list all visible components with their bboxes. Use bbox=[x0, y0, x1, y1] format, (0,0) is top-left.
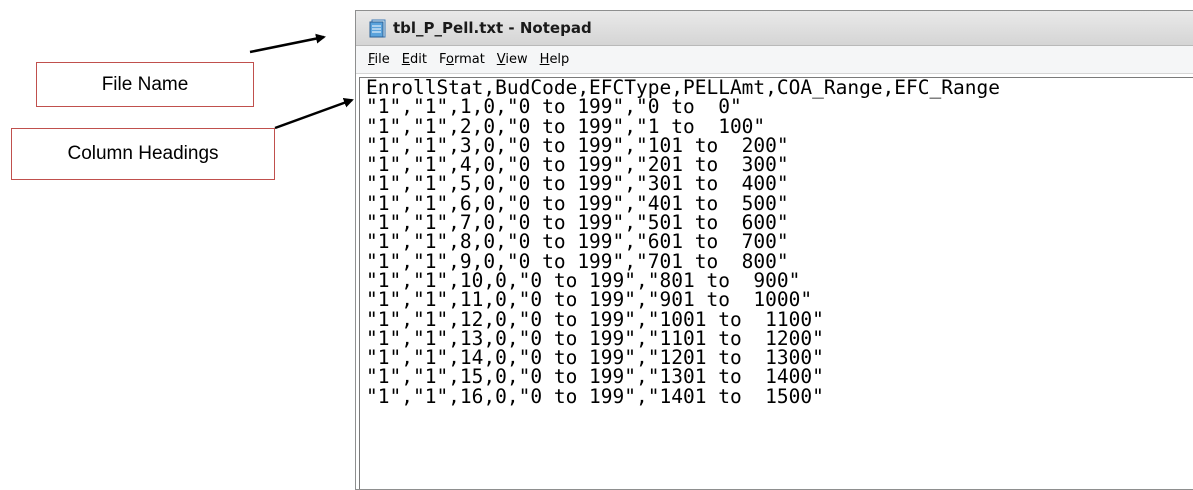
menu-help[interactable]: Help bbox=[534, 52, 576, 67]
menu-help-mnemonic: H bbox=[539, 52, 550, 67]
column-headings-arrow bbox=[274, 98, 354, 130]
menu-view-mnemonic: V bbox=[496, 52, 506, 67]
data-line: "1","1",12,0,"0 to 199","1001 to 1100" bbox=[366, 307, 824, 331]
notepad-icon bbox=[369, 18, 387, 38]
data-line: "1","1",2,0,"0 to 199","1 to 100" bbox=[366, 114, 766, 138]
menu-bar: File Edit Format View Help bbox=[356, 46, 1193, 74]
menu-format[interactable]: Format bbox=[433, 52, 491, 67]
data-line: "1","1",11,0,"0 to 199","901 to 1000" bbox=[366, 288, 813, 312]
menu-format-mnemonic: o bbox=[445, 52, 454, 67]
data-line: "1","1",8,0,"0 to 199","601 to 700" bbox=[366, 230, 789, 254]
window-title: tbl_P_Pell.txt - Notepad bbox=[393, 19, 592, 37]
menu-file-mnemonic: F bbox=[368, 52, 375, 67]
data-line: "1","1",16,0,"0 to 199","1401 to 1500" bbox=[366, 384, 824, 408]
text-editor-area[interactable]: EnrollStat,BudCode,EFCType,PELLAmt,COA_R… bbox=[359, 77, 1193, 489]
menu-edit-mnemonic: E bbox=[401, 52, 410, 67]
data-line: "1","1",5,0,"0 to 199","301 to 400" bbox=[366, 172, 789, 196]
title-bar[interactable]: tbl_P_Pell.txt - Notepad bbox=[356, 11, 1193, 46]
menu-edit[interactable]: Edit bbox=[396, 52, 433, 67]
menu-file[interactable]: File bbox=[362, 52, 396, 67]
data-line: "1","1",1,0,"0 to 199","0 to 0" bbox=[366, 95, 742, 119]
file-name-arrow bbox=[249, 33, 326, 54]
data-line: "1","1",15,0,"0 to 199","1301 to 1400" bbox=[366, 365, 824, 389]
notepad-window: tbl_P_Pell.txt - Notepad File Edit Forma… bbox=[355, 10, 1193, 490]
menu-view[interactable]: View bbox=[491, 52, 534, 67]
